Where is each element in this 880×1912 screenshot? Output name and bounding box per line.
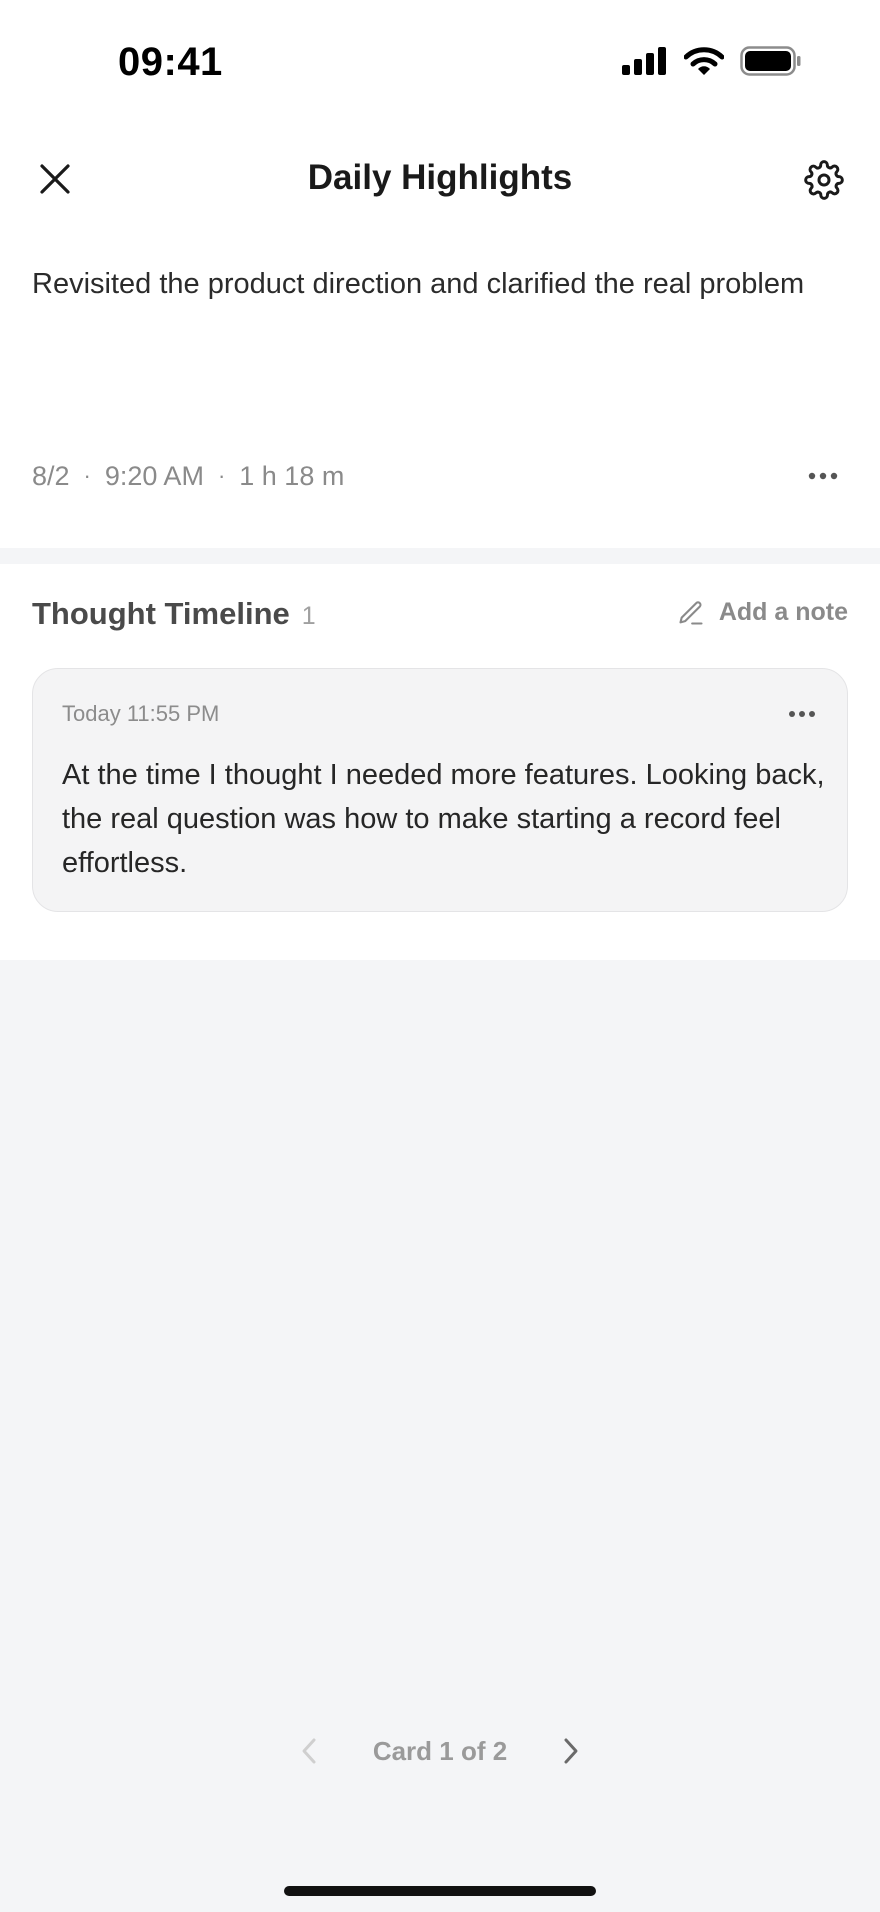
home-indicator[interactable] [284, 1886, 596, 1896]
highlight-meta: 8/2 · 9:20 AM · 1 h 18 m [32, 456, 848, 496]
more-horizontal-icon [808, 472, 838, 480]
timeline-title: Thought Timeline [32, 596, 290, 631]
next-card-button[interactable] [551, 1731, 591, 1771]
battery-icon [740, 45, 802, 81]
more-horizontal-icon [789, 711, 815, 717]
note-text: At the time I thought I needed more feat… [62, 759, 825, 879]
highlight-title: Revisited the product direction and clar… [32, 268, 805, 300]
gear-icon [804, 160, 844, 200]
thought-timeline-section: Thought Timeline 1 Add a note Today 11:5… [0, 564, 880, 960]
highlight-more-button[interactable] [798, 456, 848, 496]
note-card[interactable]: Today 11:55 PM At the time I thought I n… [32, 668, 848, 912]
settings-button[interactable] [798, 154, 850, 206]
note-more-button[interactable] [779, 699, 825, 729]
highlight-date: 8/2 [32, 460, 70, 491]
card-pager: Card 1 of 2 [0, 1726, 880, 1776]
add-note-button[interactable]: Add a note [677, 598, 848, 627]
note-timestamp: Today 11:55 PM [62, 701, 220, 726]
pencil-icon [679, 600, 703, 625]
status-icons [622, 45, 802, 81]
wifi-icon [683, 46, 725, 81]
chevron-left-icon [302, 1738, 316, 1764]
status-time: 09:41 [118, 40, 223, 84]
highlight-panel: 09:41 Daily Highlights Revisited the pro… [0, 0, 880, 548]
meta-separator: · [83, 463, 91, 488]
signal-icon [622, 46, 668, 80]
status-bar: 09:41 [0, 0, 880, 120]
pager-label: Card 1 of 2 [372, 1735, 508, 1766]
timeline-header: Thought Timeline 1 Add a note [32, 596, 848, 646]
highlight-time: 9:20 AM [104, 460, 204, 491]
add-note-label: Add a note [718, 598, 848, 626]
nav-bar: Daily Highlights [0, 140, 880, 220]
timeline-count: 1 [301, 602, 316, 630]
meta-separator: · [217, 463, 226, 488]
chevron-right-icon [564, 1738, 578, 1764]
previous-card-button[interactable] [289, 1731, 329, 1771]
page-title: Daily Highlights [307, 158, 573, 197]
highlight-duration: 1 h 18 m [239, 460, 345, 491]
